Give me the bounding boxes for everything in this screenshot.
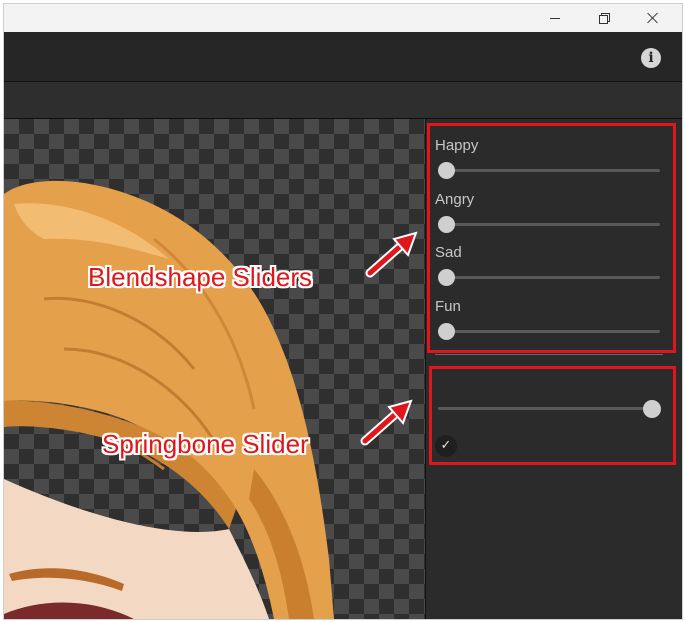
slider-label-happy: Happy [435, 137, 479, 154]
springbone-slider-track[interactable] [438, 407, 660, 410]
springbone-annotation-label: Springbone Slider [102, 429, 309, 459]
blendshape-arrow-icon [365, 231, 418, 278]
restore-icon [599, 13, 610, 24]
divider [435, 354, 663, 355]
avatar-render [4, 180, 334, 619]
slider-thumb-sad[interactable] [438, 269, 455, 286]
slider-label-sad: Sad [435, 244, 462, 261]
springbone-arrow-icon [360, 399, 413, 446]
slider-thumb-angry[interactable] [438, 216, 455, 233]
close-icon [647, 12, 659, 24]
title-bar [4, 4, 682, 32]
slider-thumb-happy[interactable] [438, 162, 455, 179]
check-icon: ✓ [440, 438, 452, 453]
springbone-checkbox[interactable]: ✓ [435, 435, 457, 457]
slider-track-sad[interactable] [438, 276, 660, 279]
info-icon[interactable]: i [641, 48, 661, 68]
minimize-icon [550, 17, 560, 19]
slider-track-happy[interactable] [438, 169, 660, 172]
slider-label-fun: Fun [435, 298, 461, 315]
springbone-slider-thumb[interactable] [643, 400, 661, 418]
side-panel: Happy Angry Sad Fun ✓ [425, 119, 682, 619]
toolbar: i [4, 32, 682, 82]
slider-label-angry: Angry [435, 191, 475, 208]
minimize-button[interactable] [532, 4, 578, 32]
slider-track-fun[interactable] [438, 330, 660, 333]
slider-thumb-fun[interactable] [438, 323, 455, 340]
slider-track-angry[interactable] [438, 223, 660, 226]
app-window: i Happy Angry Sad Fun ✓ Blendshape Slide… [3, 3, 683, 620]
maximize-button[interactable] [581, 4, 627, 32]
blendshape-annotation-label: Blendshape Sliders [88, 262, 313, 292]
avatar-viewport[interactable] [4, 119, 425, 619]
sub-toolbar [4, 82, 682, 119]
close-button[interactable] [630, 4, 676, 32]
